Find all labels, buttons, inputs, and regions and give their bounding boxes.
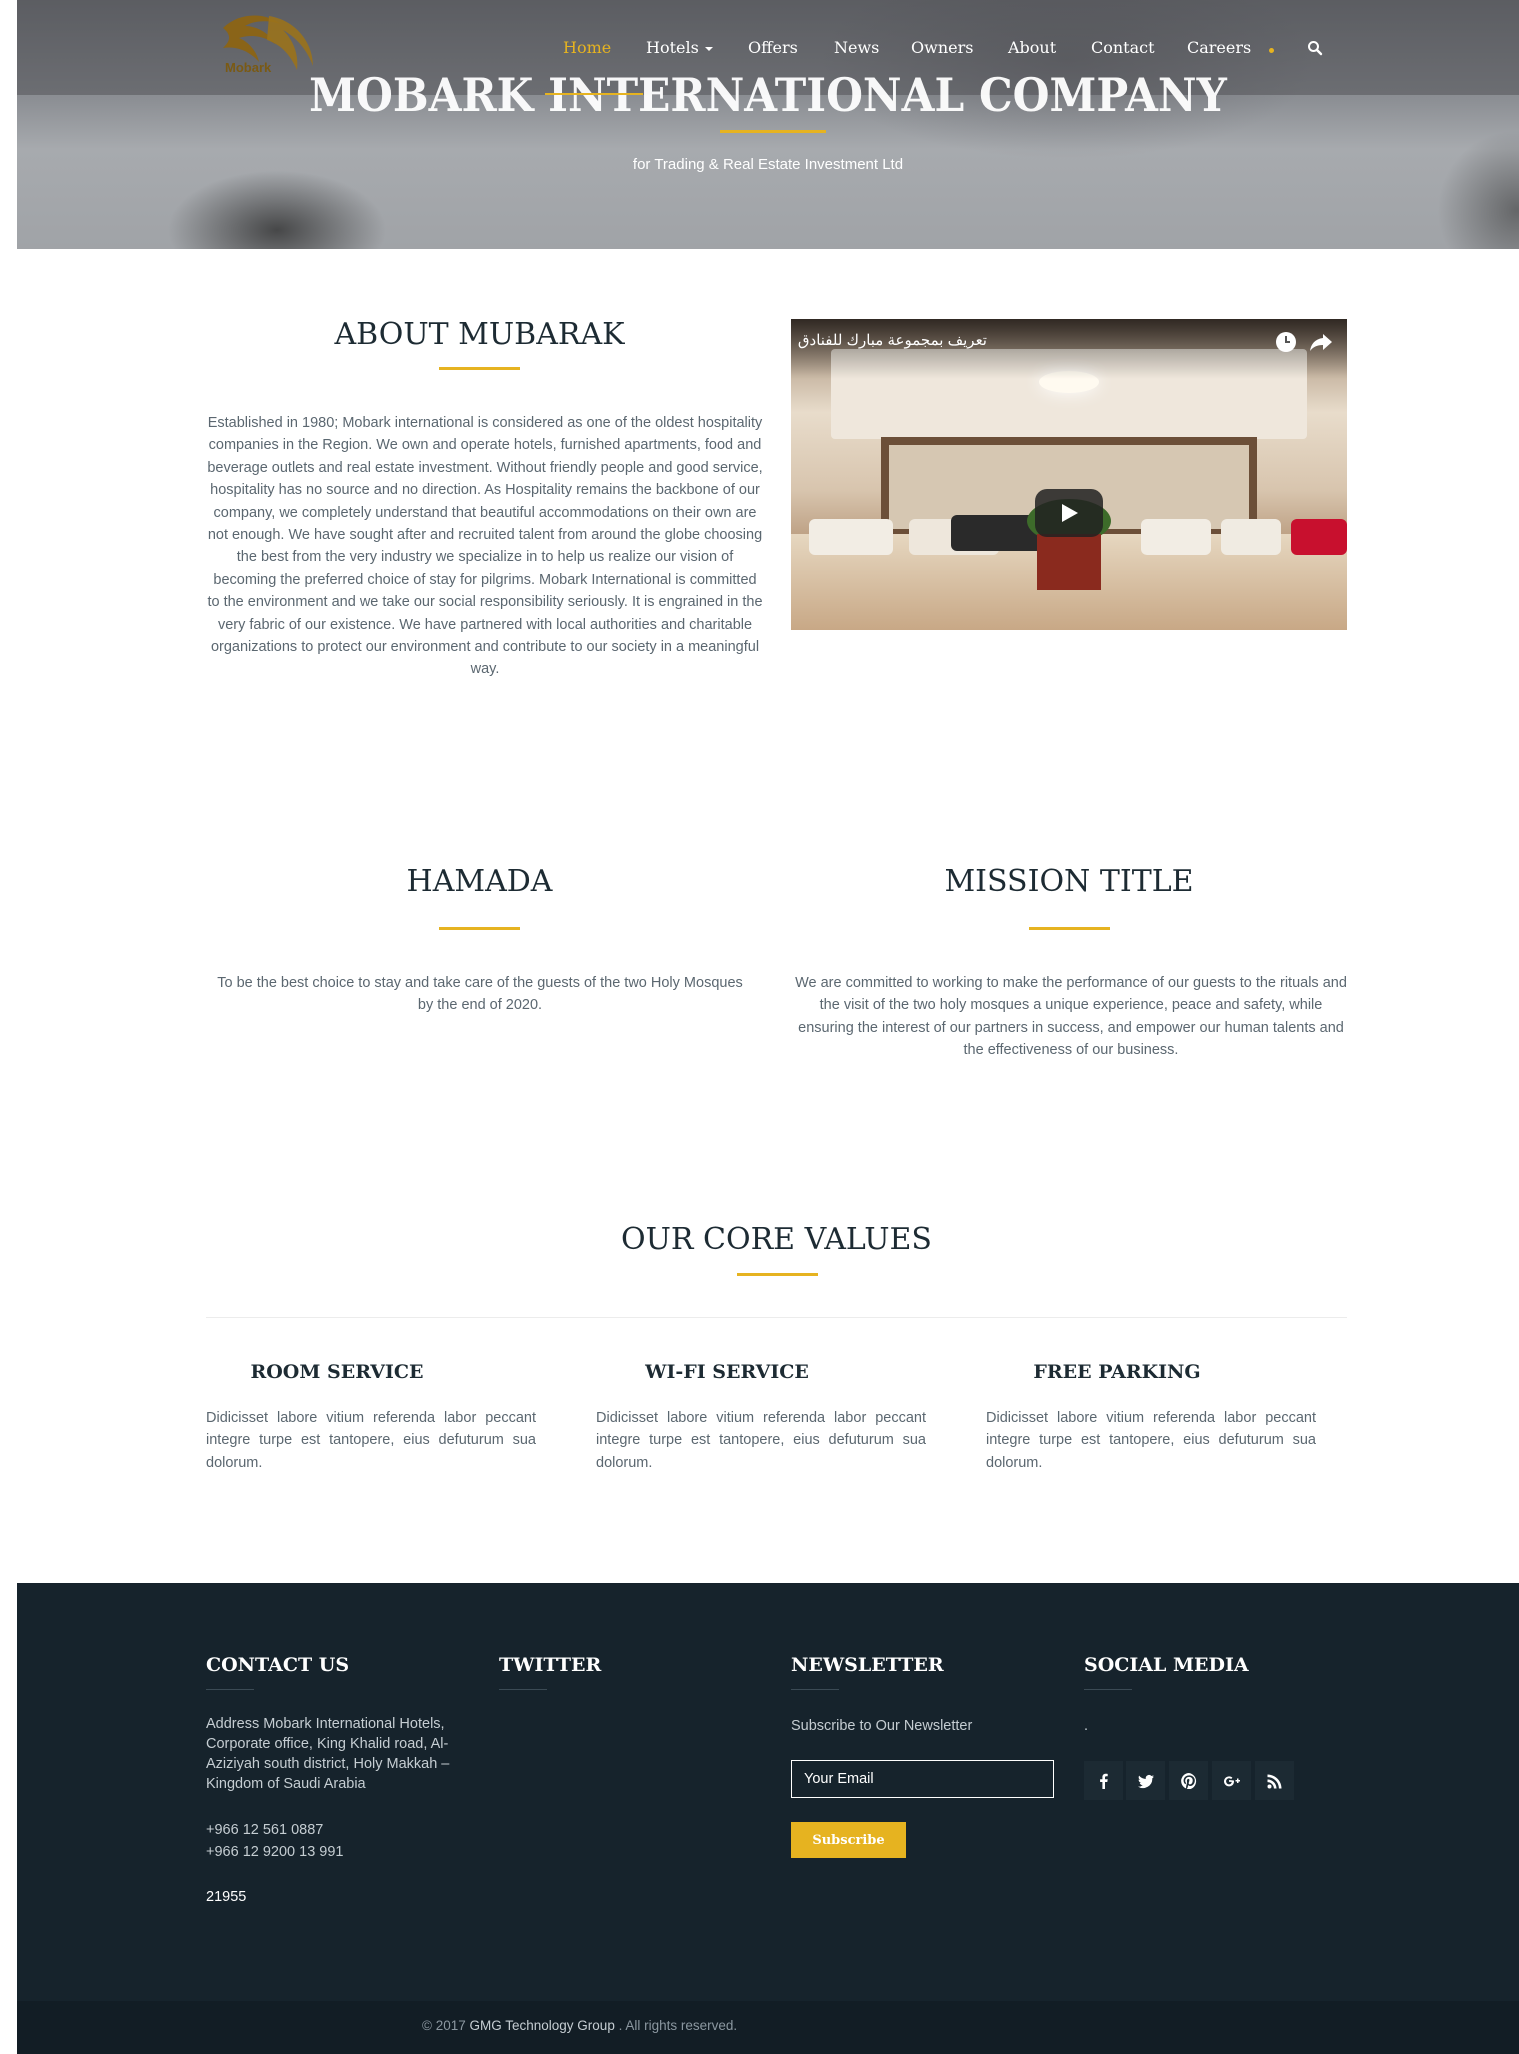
mission-title: MISSION TITLE — [944, 864, 1194, 899]
share-icon[interactable] — [1309, 331, 1333, 353]
about-body: Established in 1980; Mobark internationa… — [207, 415, 763, 678]
video-frame — [809, 519, 893, 555]
nav-about[interactable]: About — [1008, 38, 1056, 57]
footer-rule — [499, 1689, 547, 1690]
video-player[interactable]: تعريف بمجموعة مبارك للفنادق — [791, 319, 1347, 630]
footer-twitter-title: TWITTER — [499, 1654, 602, 1676]
core-values-rule — [737, 1273, 818, 1276]
divider — [206, 1317, 1347, 1318]
vision-title: HAMADA — [406, 864, 553, 899]
hero-rule — [720, 130, 826, 133]
newsletter-email-input[interactable] — [791, 1760, 1054, 1798]
copyright-prefix: © 2017 — [422, 2018, 466, 2033]
footer-rule — [206, 1689, 254, 1690]
hero-banner: Mobark Home Hotels Offers News Owners Ab… — [17, 0, 1519, 249]
about-rule — [439, 367, 520, 370]
footer-newsletter-title: NEWSLETTER — [791, 1654, 944, 1676]
nav-careers[interactable]: Careers — [1187, 38, 1251, 57]
core-value-title: FREE PARKING — [1033, 1361, 1201, 1383]
nav-hotels-label: Hotels — [646, 38, 699, 57]
search-icon[interactable] — [1307, 40, 1323, 56]
subscribe-button[interactable]: Subscribe — [791, 1822, 906, 1858]
nav-owners[interactable]: Owners — [911, 38, 973, 57]
core-value-title: WI-FI SERVICE — [645, 1361, 809, 1383]
footer-rule — [791, 1689, 839, 1690]
core-value-body: Didicisset labore vitium referenda labor… — [986, 1410, 1316, 1471]
nav-offers[interactable]: Offers — [748, 38, 798, 57]
video-frame — [1291, 519, 1347, 555]
footer-phone: +966 12 9200 13 991 — [206, 1844, 344, 1860]
core-value-body: Didicisset labore vitium referenda labor… — [206, 1410, 536, 1471]
video-frame — [1141, 519, 1211, 555]
copyright: © 2017 GMG Technology Group . All rights… — [422, 2018, 737, 2033]
footer-rule — [1084, 1689, 1132, 1690]
footer-phone: +966 12 561 0887 — [206, 1822, 324, 1838]
copyright-suffix: . All rights reserved. — [618, 2018, 738, 2033]
hero-subtitle: for Trading & Real Estate Investment Ltd — [632, 156, 904, 173]
google-plus-icon[interactable] — [1212, 1761, 1251, 1800]
core-value-title: ROOM SERVICE — [250, 1361, 424, 1383]
copyright-link[interactable]: GMG Technology Group — [470, 2018, 615, 2033]
rss-icon[interactable] — [1255, 1761, 1294, 1800]
hero-shadow — [1437, 130, 1519, 249]
play-button[interactable] — [1035, 489, 1103, 537]
footer-bottom-bar — [17, 2001, 1519, 2054]
vision-body: To be the best choice to stay and take c… — [217, 975, 743, 1014]
nav-contact[interactable]: Contact — [1091, 38, 1155, 57]
about-title: ABOUT MUBARAK — [334, 317, 625, 352]
video-frame — [1037, 534, 1101, 590]
facebook-icon[interactable] — [1084, 1761, 1123, 1800]
hero-title: MOBARK INTERNATIONAL COMPANY — [309, 68, 1227, 122]
video-frame — [1221, 519, 1281, 555]
video-frame — [791, 319, 1347, 379]
nav-hotels[interactable]: Hotels — [646, 38, 713, 57]
pinterest-icon[interactable] — [1169, 1761, 1208, 1800]
nav-home[interactable]: Home — [563, 38, 611, 57]
newsletter-text: Subscribe to Our Newsletter — [791, 1718, 973, 1734]
nav-news[interactable]: News — [834, 38, 879, 57]
social-text: . — [1084, 1718, 1089, 1734]
footer-social-title: SOCIAL MEDIA — [1084, 1654, 1249, 1676]
chevron-down-icon — [704, 46, 713, 51]
footer-contact-title: CONTACT US — [206, 1654, 350, 1676]
watch-later-icon[interactable] — [1275, 331, 1297, 353]
mission-rule — [1029, 927, 1110, 930]
vision-rule — [439, 927, 520, 930]
hero-shadow — [167, 170, 387, 249]
core-values-title: OUR CORE VALUES — [621, 1222, 932, 1257]
footer-address: Address Mobark International Hotels, Cor… — [206, 1716, 450, 1792]
nav-dot — [1269, 48, 1274, 53]
nav-active-underline — [545, 93, 643, 95]
twitter-icon[interactable] — [1126, 1761, 1165, 1800]
footer-pobox: 21955 — [206, 1889, 247, 1905]
mission-body: We are committed to working to make the … — [795, 975, 1347, 1059]
video-title[interactable]: تعريف بمجموعة مبارك للفنادق — [798, 331, 987, 349]
core-value-body: Didicisset labore vitium referenda labor… — [596, 1410, 926, 1471]
